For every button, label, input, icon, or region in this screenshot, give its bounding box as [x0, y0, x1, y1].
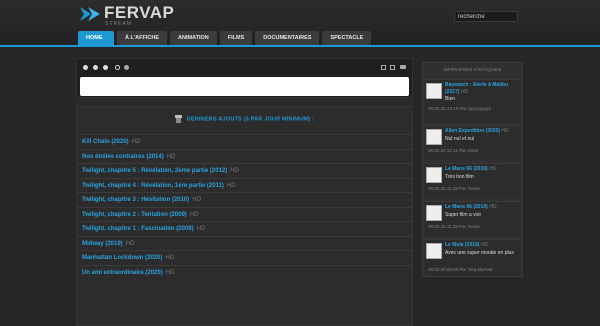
review-meta: 05.02.20 11:34 Par Yoann	[428, 186, 480, 191]
hd-badge: HD	[131, 139, 141, 145]
brand-name: FERVAP	[104, 3, 175, 22]
avatar	[426, 205, 442, 221]
list-item[interactable]: Twilight, chapitre 5 : Révélation, 2ème …	[77, 163, 412, 178]
message-input[interactable]	[80, 77, 409, 96]
review-title[interactable]: Alien Expedition (2020) HD	[445, 128, 519, 135]
review-card: Le Mans 66 (2019) HD Super film a voir 0…	[425, 201, 520, 236]
latest-additions-panel: DERNIERS AJOUTS (3 PAR JOUR MINIMUM) : K…	[76, 106, 413, 326]
hd-badge: HD	[165, 255, 175, 261]
list-item[interactable]: Twilight, chapitre 2 : Tentation (2009) H…	[77, 206, 412, 222]
hd-badge: HD	[196, 226, 206, 232]
expand-icon[interactable]	[381, 65, 386, 70]
review-card: Le Mans 66 (2019) HD Très bon film 05.02…	[425, 163, 520, 198]
hd-badge: HD	[189, 211, 199, 218]
list-item[interactable]: Manhattan Lockdown (2020) HD	[77, 250, 412, 265]
tab-spectacle[interactable]: SPECTACLE	[322, 31, 372, 45]
movie-title[interactable]: Midway (2019)	[82, 241, 123, 247]
movie-title[interactable]: Nos étoiles contraires (2014)	[82, 154, 164, 160]
header-accent-line	[0, 45, 600, 47]
review-meta: 05.02.20 12:11 Par Omar	[428, 148, 479, 153]
search-input[interactable]	[454, 11, 518, 22]
review-text: Super film a voir	[445, 212, 482, 218]
sidebar-title: DERNIERES CRITIQUES	[443, 67, 502, 72]
review-text: Bien	[445, 96, 456, 102]
settings-icon[interactable]	[400, 65, 406, 69]
review-card: Baywatch : Alerte à Malibu (2017) HD Bie…	[425, 79, 520, 124]
color-icon[interactable]	[115, 65, 120, 70]
tab-home[interactable]: HOME	[78, 31, 114, 45]
logo-fish-icon	[80, 7, 100, 21]
hd-badge: HD	[226, 182, 236, 189]
refresh-icon[interactable]	[390, 65, 395, 70]
tab-a-l-affiche[interactable]: À L'AFFICHE	[117, 31, 167, 45]
review-title[interactable]: Le Mans 66 (2019) HD	[445, 204, 519, 211]
review-meta: 05.02.20 11:33 Par Yoann	[428, 224, 480, 229]
list-item[interactable]: Twilight, chapitre 4 : Révélation, 1ère …	[77, 177, 412, 193]
site-header: FERVAP STREAM HOME À L'AFFICHE ANIMATION…	[0, 0, 600, 46]
review-title[interactable]: Baywatch : Alerte à Malibu (2017) HD	[445, 82, 519, 95]
review-meta: 05.02.20 09:59 Par Tony.Burnett	[428, 267, 493, 272]
latest-reviews-sidebar: DERNIERES CRITIQUES Baywatch : Alerte à …	[422, 62, 523, 277]
main-content: DERNIERS AJOUTS (3 PAR JOUR MINIMUM) : K…	[76, 58, 413, 326]
bold-icon[interactable]	[83, 65, 88, 70]
list-item[interactable]: Kill Chain (2020) HD	[77, 134, 412, 149]
main-nav: HOME À L'AFFICHE ANIMATION FILMS DOCUMEN…	[78, 31, 372, 45]
list-item[interactable]: Twilight, chapitre 1 : Fascination (2008…	[77, 221, 412, 236]
film-icon	[175, 115, 183, 123]
list-item[interactable]: Nos étoiles contraires (2014) HD	[77, 148, 412, 164]
tab-animation[interactable]: ANIMATION	[170, 31, 217, 45]
avatar	[426, 243, 442, 259]
avatar	[426, 167, 442, 183]
italic-icon[interactable]	[93, 65, 98, 70]
review-card: Alien Expedition (2020) HD Nul nul et nu…	[425, 125, 520, 160]
review-text: Très bon film	[445, 174, 474, 180]
tab-documentaires[interactable]: DOCUMENTAIRES	[255, 31, 320, 45]
avatar	[426, 83, 442, 99]
movie-title[interactable]: Twilight, chapitre 4 : Révélation, 1ère …	[82, 183, 224, 189]
list-item[interactable]: Midway (2019) HD	[77, 235, 412, 251]
movie-title[interactable]: Kill Chain (2020)	[82, 139, 129, 145]
review-text: Avec une super morale en plus	[445, 250, 514, 256]
tab-films[interactable]: FILMS	[219, 31, 253, 45]
site-logo[interactable]: FERVAP STREAM	[80, 3, 220, 27]
movie-title[interactable]: Twilight, chapitre 2 : Tentation (2009)	[82, 212, 187, 218]
movie-title[interactable]: Manhattan Lockdown (2020)	[82, 255, 162, 261]
latest-additions-list: Kill Chain (2020) HD Nos étoiles contrair…	[77, 134, 412, 279]
review-title[interactable]: Le Mans 66 (2019) HD	[445, 166, 519, 173]
chat-editor	[76, 58, 413, 98]
movie-title[interactable]: Twilight, chapitre 3 : Hésitation (2010)	[82, 197, 189, 203]
editor-toolbar	[77, 59, 412, 76]
review-card: Le Mule (2019) HD Avec une super morale …	[425, 239, 520, 276]
hd-badge: HD	[192, 197, 201, 203]
movie-title[interactable]: Twilight, chapitre 1 : Fascination (2008…	[82, 226, 194, 232]
hd-badge: HD	[166, 153, 176, 160]
review-meta: 05.02.20 14:19 Par Uyyyyyyyyy	[428, 106, 492, 111]
latest-additions-heading: DERNIERS AJOUTS (3 PAR JOUR MINIMUM) :	[77, 115, 412, 123]
list-item[interactable]: Twilight, chapitre 3 : Hésitation (2010)…	[77, 192, 412, 207]
hd-badge: HD	[125, 240, 135, 247]
review-text: Nul nul et nul	[445, 136, 475, 142]
avatar	[426, 129, 442, 145]
brand-tagline: STREAM	[105, 21, 132, 27]
underline-icon[interactable]	[103, 65, 108, 70]
smiley-icon[interactable]	[124, 65, 129, 70]
review-title[interactable]: Le Mule (2019) HD	[445, 242, 519, 249]
hd-badge: HD	[230, 168, 239, 174]
movie-title[interactable]: Twilight, chapitre 5 : Révélation, 2ème …	[82, 168, 227, 174]
list-item[interactable]: Un ami extraordinaire (2020) HD	[77, 264, 412, 280]
